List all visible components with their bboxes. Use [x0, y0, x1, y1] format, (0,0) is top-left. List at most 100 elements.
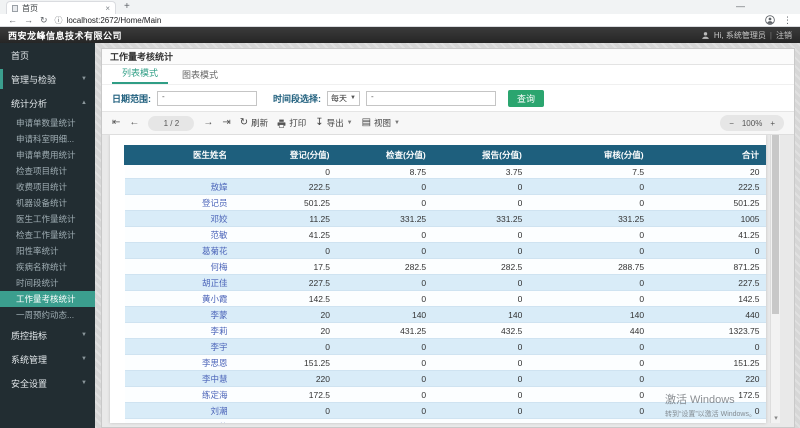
value-cell: 0	[336, 355, 432, 371]
value-cell: 0	[432, 195, 528, 211]
sidebar-item-home[interactable]: 首页	[0, 43, 95, 67]
sidebar-subitem[interactable]: 疾病名称统计	[0, 259, 95, 275]
sidebar-subitem[interactable]: 申请单费用统计	[0, 147, 95, 163]
scrollbar-thumb[interactable]	[772, 135, 779, 314]
sidebar-subitem[interactable]: 时间段统计	[0, 275, 95, 291]
sidebar-subitem[interactable]: 检查工作量统计	[0, 227, 95, 243]
next-page-icon[interactable]: →	[203, 118, 213, 128]
value-cell: 0	[528, 275, 650, 291]
reload-icon[interactable]: ↻	[40, 16, 48, 25]
doctor-name-cell[interactable]: 李蒙	[125, 307, 234, 323]
browser-profile-icon[interactable]	[765, 15, 775, 25]
value-cell: 0	[650, 339, 765, 355]
doctor-name-cell[interactable]: 李莉	[125, 323, 234, 339]
sidebar-subitem[interactable]: 一周预约动态...	[0, 307, 95, 323]
value-cell: 0	[336, 275, 432, 291]
view-button[interactable]: ▤ 视图 ▼	[362, 117, 400, 129]
value-cell: 331.25	[336, 211, 432, 227]
value-cell: 0	[650, 243, 765, 259]
value-cell: 8.75	[336, 165, 432, 179]
table-row: 吕静4500045	[125, 419, 766, 424]
last-page-icon[interactable]: ⇥	[222, 118, 230, 128]
sidebar-item-manage[interactable]: 管理与检验▼	[0, 67, 95, 91]
doctor-name-cell[interactable]: 胡正佳	[125, 275, 234, 291]
sidebar-item-system[interactable]: 系统管理▼	[0, 347, 95, 371]
zoom-in-button[interactable]: +	[770, 119, 775, 128]
value-cell: 227.5	[233, 275, 336, 291]
zoom-out-button[interactable]: −	[729, 119, 734, 128]
logout-link[interactable]: 注销	[776, 30, 792, 41]
value-cell: 0	[336, 419, 432, 424]
new-tab-button[interactable]: +	[124, 2, 130, 12]
value-cell: 140	[336, 307, 432, 323]
value-cell: 501.25	[233, 195, 336, 211]
sidebar-subitem[interactable]: 检查项目统计	[0, 163, 95, 179]
doctor-name-cell[interactable]: 敖嫜	[125, 179, 234, 195]
tab-列表模式[interactable]: 列表模式	[112, 66, 168, 84]
period-select[interactable]: 每天 ▼	[327, 91, 360, 106]
table-row: 李思恩151.25000151.25	[125, 355, 766, 371]
print-label: 打印	[289, 117, 306, 129]
sidebar-subitem[interactable]: 申请单数量统计	[0, 115, 95, 131]
table-row: 何梅17.5282.5282.5288.75871.25	[125, 259, 766, 275]
doctor-name-cell[interactable]: 何梅	[125, 259, 234, 275]
workload-panel: 工作量考核统计 列表模式图表模式 日期范围: - 时间段选择: 每天 ▼ - 查…	[101, 48, 795, 428]
sidebar-item-security[interactable]: 安全设置▼	[0, 371, 95, 395]
value-cell: 0	[233, 403, 336, 419]
value-cell: 0	[528, 227, 650, 243]
vertical-scrollbar[interactable]: ▾	[770, 135, 780, 423]
browser-menu-icon[interactable]: ⋮	[783, 16, 792, 25]
doctor-name-cell[interactable]: 黄小霞	[125, 291, 234, 307]
doctor-name-cell[interactable]: 刘潮	[125, 403, 234, 419]
sidebar-subitem[interactable]: 工作量考核统计	[0, 291, 95, 307]
sidebar-subitem[interactable]: 机器设备统计	[0, 195, 95, 211]
doctor-name-cell[interactable]: 吕静	[125, 419, 234, 424]
value-cell: 172.5	[233, 387, 336, 403]
sidebar-item-qc[interactable]: 质控指标▼	[0, 323, 95, 347]
doctor-name-cell[interactable]: 李中慧	[125, 371, 234, 387]
value-cell: 0	[432, 339, 528, 355]
doctor-name-cell[interactable]: 李宇	[125, 339, 234, 355]
first-page-icon[interactable]: ⇤	[112, 118, 120, 128]
doctor-name-cell[interactable]: 登记员	[125, 195, 234, 211]
caret-icon: ▼	[81, 332, 87, 338]
back-icon[interactable]: ←	[8, 16, 17, 25]
browser-tab[interactable]: 首页 ×	[6, 1, 116, 14]
period-range-input[interactable]: -	[366, 91, 496, 106]
export-button[interactable]: ↧ 导出 ▼	[315, 117, 352, 129]
value-cell: 41.25	[233, 227, 336, 243]
value-cell: 0	[432, 355, 528, 371]
doctor-name-cell[interactable]: 练定海	[125, 387, 234, 403]
tab-close-icon[interactable]: ×	[105, 4, 110, 13]
forward-icon[interactable]: →	[24, 16, 33, 25]
prev-page-icon[interactable]: ←	[129, 118, 139, 128]
sidebar-subitem[interactable]: 申请科室明细...	[0, 131, 95, 147]
value-cell: 282.5	[432, 259, 528, 275]
sidebar-subitem[interactable]: 阳性率统计	[0, 243, 95, 259]
value-cell: 0	[432, 275, 528, 291]
date-range-input[interactable]: -	[157, 91, 257, 106]
date-range-label: 日期范围:	[112, 92, 151, 105]
table-header-row: 医生姓名登记(分值)检查(分值)报告(分值)审核(分值)合计	[125, 146, 766, 165]
search-button[interactable]: 查询	[508, 90, 544, 107]
tab-图表模式[interactable]: 图表模式	[172, 68, 228, 84]
value-cell: 0	[432, 403, 528, 419]
refresh-button[interactable]: ↻ 刷新	[240, 117, 268, 129]
report-viewport: 医生姓名登记(分值)检查(分值)报告(分值)审核(分值)合计 08.753.75…	[102, 135, 794, 427]
window-minimize-button[interactable]: —	[736, 1, 745, 11]
doctor-name-cell[interactable]: 范敏	[125, 227, 234, 243]
site-info-icon[interactable]: ⓘ	[55, 15, 63, 26]
url-field[interactable]: ⓘ localhost:2672/Home/Main	[55, 15, 758, 26]
value-cell: 7.5	[528, 165, 650, 179]
value-cell: 0	[432, 227, 528, 243]
sidebar-subitem[interactable]: 医生工作量统计	[0, 211, 95, 227]
sidebar-item-stats[interactable]: 统计分析▲	[0, 91, 95, 115]
doctor-name-cell[interactable]: 葛菊花	[125, 243, 234, 259]
sidebar-subitem[interactable]: 收费项目统计	[0, 179, 95, 195]
doctor-name-cell[interactable]: 邓姣	[125, 211, 234, 227]
page-indicator[interactable]: 1 / 2	[148, 116, 194, 131]
url-text: localhost:2672/Home/Main	[67, 16, 162, 25]
print-button[interactable]: 打印	[277, 117, 306, 129]
scrollbar-down-arrow[interactable]: ▾	[771, 414, 781, 422]
doctor-name-cell[interactable]: 李思恩	[125, 355, 234, 371]
